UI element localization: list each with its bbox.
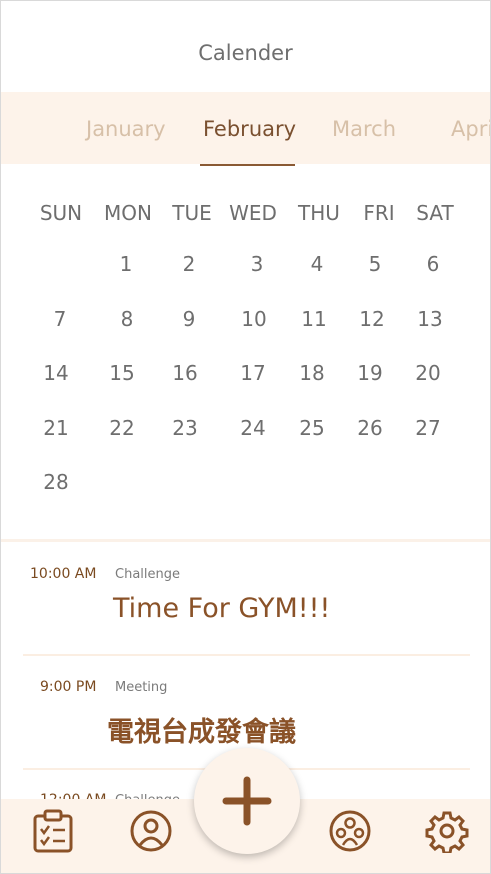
weekday-wed: WED <box>229 201 277 225</box>
calendar-day[interactable]: 2 <box>183 252 196 276</box>
calendar-week: 14 15 16 17 18 19 20 <box>1 361 490 391</box>
calendar-day[interactable]: 3 <box>251 252 264 276</box>
weekday-fri: FRI <box>363 201 395 225</box>
calendar-day[interactable]: 5 <box>369 252 382 276</box>
event-time: 10:00 AM <box>30 566 97 582</box>
weekday-tue: TUE <box>172 201 212 225</box>
calendar-day[interactable]: 28 <box>43 470 68 494</box>
calendar-day[interactable]: 17 <box>240 361 265 385</box>
app-frame: Calender January February March April SU… <box>0 0 491 874</box>
calendar-day[interactable]: 21 <box>43 416 68 440</box>
weekday-sun: SUN <box>39 201 83 225</box>
weekday-header: SUN MON TUE WED THU FRI SAT <box>1 201 490 231</box>
group-icon[interactable] <box>328 809 372 853</box>
calendar-day[interactable]: 18 <box>299 361 324 385</box>
calendar-week: 21 22 23 24 25 26 27 <box>1 416 490 446</box>
weekday-sat: SAT <box>416 201 454 225</box>
event-time: 9:00 PM <box>40 679 97 695</box>
calendar-day[interactable]: 6 <box>427 252 440 276</box>
calendar-day[interactable]: 4 <box>311 252 324 276</box>
calendar-day[interactable]: 20 <box>415 361 440 385</box>
month-selector: January February March April <box>1 92 490 166</box>
calendar-day[interactable]: 24 <box>240 416 265 440</box>
calendar-day[interactable]: 23 <box>172 416 197 440</box>
calendar-day[interactable]: 14 <box>43 361 68 385</box>
month-tab-april[interactable]: April <box>451 117 490 141</box>
clipboard-icon[interactable] <box>31 809 75 853</box>
settings-icon[interactable] <box>425 809 469 855</box>
weekday-mon: MON <box>104 201 152 225</box>
month-underline <box>200 164 295 166</box>
calendar-divider <box>1 539 490 542</box>
calendar-day[interactable]: 12 <box>359 307 384 331</box>
page-title: Calender <box>198 41 293 65</box>
calendar-day[interactable]: 1 <box>120 252 133 276</box>
calendar-week: 28 <box>1 470 490 500</box>
event-separator <box>23 654 470 656</box>
calendar-day[interactable]: 25 <box>299 416 324 440</box>
calendar-day[interactable]: 15 <box>109 361 134 385</box>
calendar-day[interactable]: 13 <box>417 307 442 331</box>
event-type: Meeting <box>115 680 168 695</box>
weekday-thu: THU <box>298 201 340 225</box>
calendar-day[interactable]: 19 <box>357 361 382 385</box>
month-tab-march[interactable]: March <box>332 117 396 141</box>
event-title: 電視台成發會議 <box>107 717 296 748</box>
month-tab-february[interactable]: February <box>203 117 296 141</box>
profile-icon[interactable] <box>129 809 173 853</box>
event-title: Time For GYM!!! <box>113 593 331 624</box>
calendar-week: 1 2 3 4 5 6 <box>1 252 490 282</box>
calendar-day[interactable]: 9 <box>183 307 196 331</box>
add-icon <box>222 776 272 826</box>
calendar-day[interactable]: 7 <box>54 307 67 331</box>
calendar-day[interactable]: 10 <box>241 307 266 331</box>
calendar-week: 7 8 9 10 11 12 13 <box>1 307 490 337</box>
month-tab-january[interactable]: January <box>86 117 166 141</box>
calendar-day[interactable]: 16 <box>172 361 197 385</box>
calendar-day[interactable]: 27 <box>415 416 440 440</box>
calendar-day[interactable]: 11 <box>301 307 326 331</box>
calendar-day[interactable]: 8 <box>121 307 134 331</box>
calendar-day[interactable]: 22 <box>109 416 134 440</box>
calendar-day[interactable]: 26 <box>357 416 382 440</box>
add-event-button[interactable] <box>194 748 300 854</box>
event-type: Challenge <box>115 567 180 582</box>
